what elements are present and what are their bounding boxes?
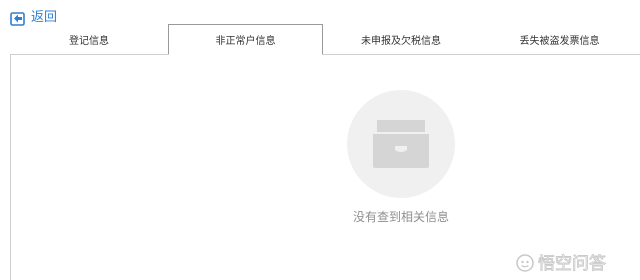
tab-bar: 登记信息 非正常户信息 未申报及欠税信息 丢失被盗发票信息: [10, 24, 640, 55]
tab-lost-stolen-invoice-info[interactable]: 丢失被盗发票信息: [479, 24, 640, 54]
page: 返回 登记信息 非正常户信息 未申报及欠税信息 丢失被盗发票信息 没有查到相关信…: [0, 0, 640, 280]
tab-undeclared-tax-arrears-info[interactable]: 未申报及欠税信息: [323, 24, 479, 54]
empty-state-circle: [347, 90, 455, 198]
empty-state-message: 没有查到相关信息: [352, 210, 449, 224]
back-arrow-icon: [10, 11, 25, 26]
svg-text:悟空问答: 悟空问答: [538, 254, 606, 274]
tab-registration-info[interactable]: 登记信息: [10, 24, 168, 54]
watermark: 悟空问答: [516, 252, 628, 274]
watermark-text: 悟空问答: [538, 254, 606, 274]
tab-abnormal-household-info[interactable]: 非正常户信息: [168, 24, 323, 55]
watermark-logo-icon: [516, 254, 534, 272]
content-panel: [10, 54, 640, 280]
empty-inbox-icon: [373, 120, 429, 168]
